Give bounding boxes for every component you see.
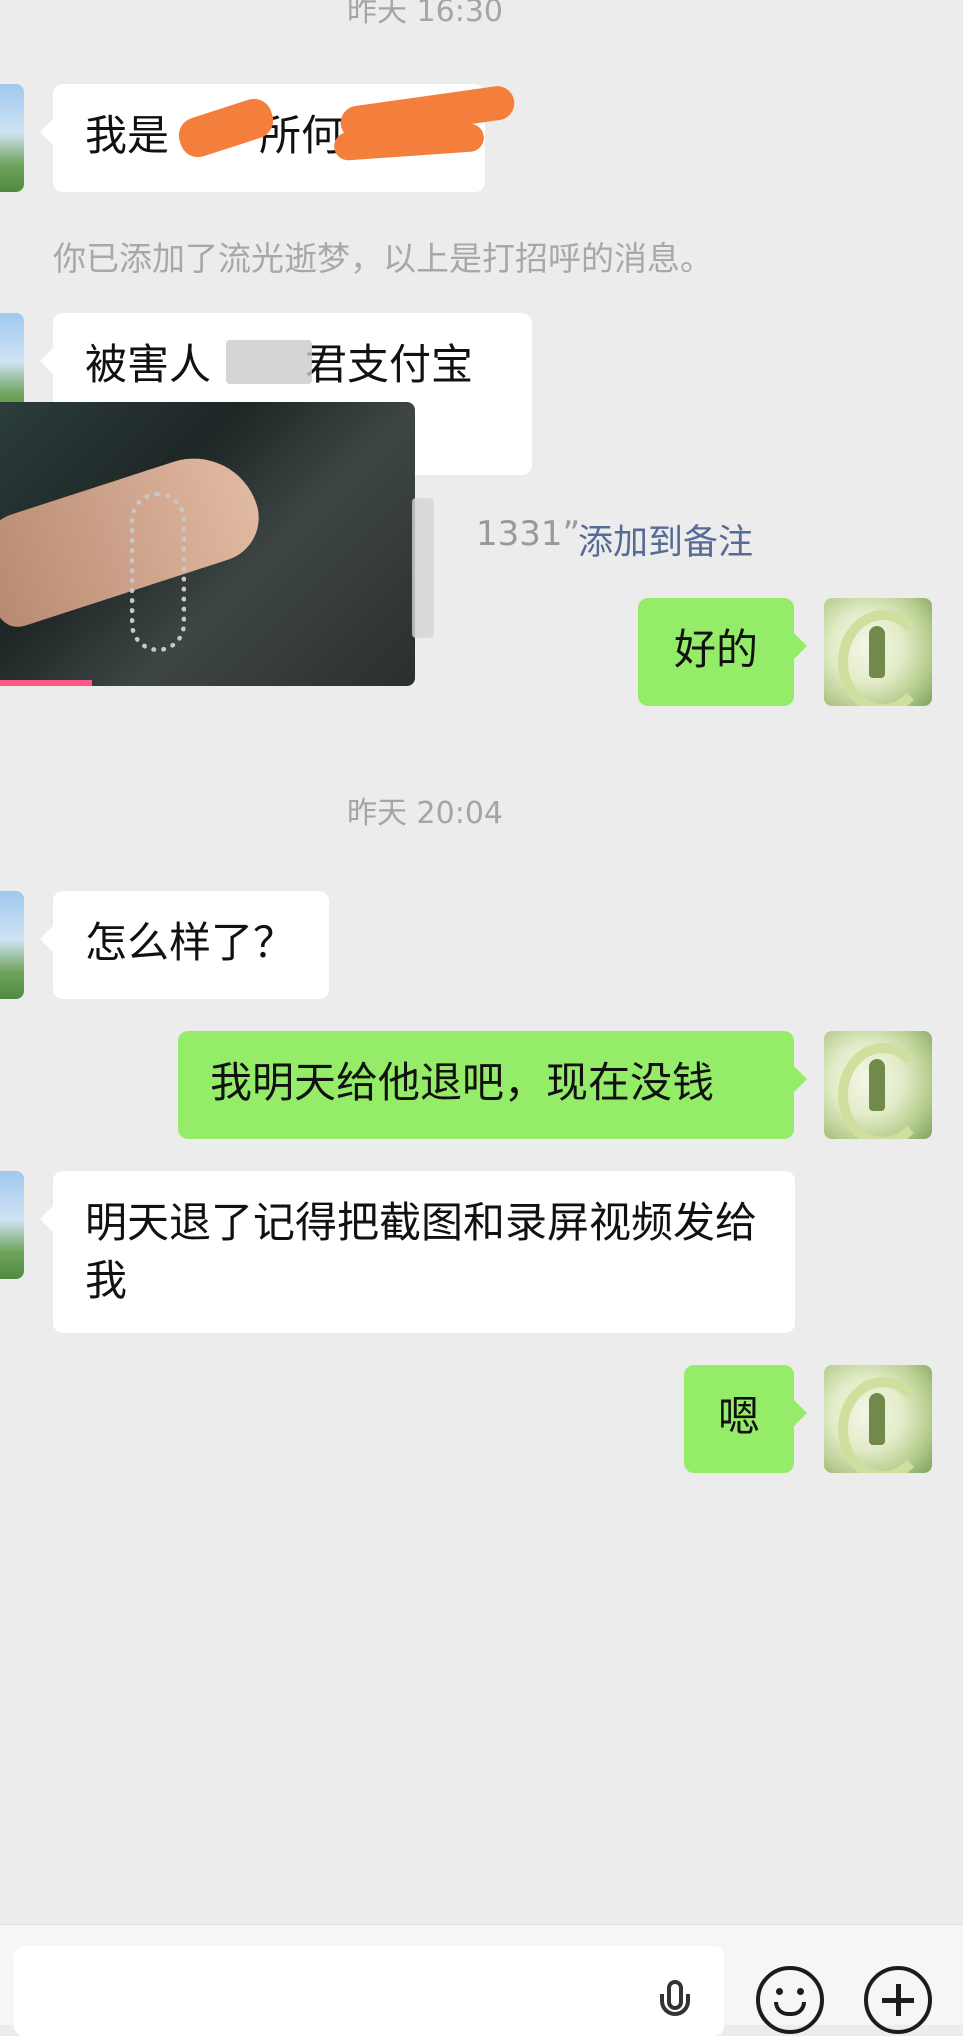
message-text: 明天退了记得把截图和录屏视频发给我 [85,1198,758,1305]
message-bubble-outgoing[interactable]: 嗯 [684,1365,807,1473]
blurred-name [226,340,312,384]
contact-avatar[interactable] [0,1171,24,1279]
message-bubble-incoming[interactable]: 怎么样了？ [40,891,329,999]
contact-avatar[interactable] [0,84,24,192]
message-bubble-outgoing[interactable]: 我明天给他退吧，现在没钱 [178,1031,807,1139]
blurred-overlay [412,498,434,638]
message-text: 我是 [85,111,170,160]
add-note-link[interactable]: 添加到备注 [578,514,753,565]
message-bubble-incoming[interactable]: 明天退了记得把截图和录屏视频发给我 [40,1171,795,1333]
my-avatar[interactable] [824,598,932,706]
my-avatar[interactable] [824,1365,932,1473]
microphone-icon[interactable] [658,1980,694,2024]
system-notice: 你已添加了流光逝梦，以上是打招呼的消息。 [53,239,713,278]
message-input[interactable] [14,1946,724,2036]
message-text: 好的 [673,625,758,674]
message-text: 我明天给他退吧，现在没钱 [210,1058,715,1107]
my-avatar[interactable] [824,1031,932,1139]
note-number: 1331” [476,514,581,554]
timestamp-top: 昨天 16:30 [347,0,503,29]
message-text: 怎么样了？ [85,918,296,967]
message-bubble-outgoing[interactable]: 好的 [638,598,807,706]
video-thumbnail[interactable] [0,402,415,686]
video-progress-bar [0,680,92,686]
contact-avatar[interactable] [0,891,24,999]
message-text: 被害人 [85,340,212,389]
message-text: 嗯 [717,1392,760,1441]
message-text: 君支付宝 [305,340,474,389]
chain-image [130,492,186,652]
timestamp-middle: 昨天 20:04 [347,796,503,831]
